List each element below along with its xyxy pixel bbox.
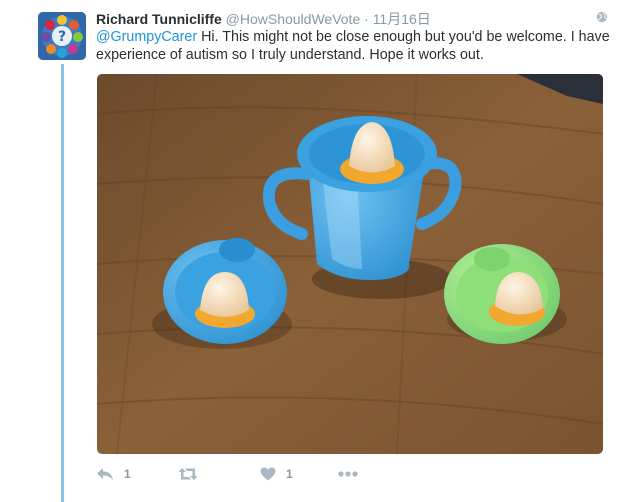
more-button[interactable]: [338, 464, 358, 484]
tweet-text: @GrumpyCarer Hi. This might not be close…: [96, 28, 611, 64]
author-name[interactable]: Richard Tunnicliffe: [96, 11, 222, 27]
thread-line: [61, 64, 64, 502]
svg-text:?: ?: [58, 29, 66, 45]
avatar-image: ?: [38, 12, 86, 60]
timestamp[interactable]: 11月16日: [373, 11, 431, 27]
mention-link[interactable]: @GrumpyCarer: [96, 29, 197, 45]
retweet-button[interactable]: [178, 464, 198, 484]
heart-icon: [260, 467, 276, 481]
photo-image: [97, 74, 603, 454]
author-handle[interactable]: @HowShouldWeVote: [226, 11, 361, 27]
separator: ·: [364, 11, 369, 27]
tweet-actions: 1 1: [96, 464, 396, 486]
reply-icon: [97, 468, 113, 480]
retweet-icon: [178, 468, 198, 480]
reply-count: 1: [124, 467, 131, 481]
tweet-header: Richard Tunnicliffe @HowShouldWeVote · 1…: [96, 9, 608, 29]
like-count: 1: [286, 467, 293, 481]
avatar[interactable]: ?: [38, 12, 86, 60]
reply-button[interactable]: 1: [96, 464, 131, 484]
tweet-photo[interactable]: [97, 74, 603, 454]
more-icon: [338, 471, 358, 477]
like-button[interactable]: 1: [260, 464, 293, 484]
globe-icon[interactable]: [596, 11, 608, 23]
